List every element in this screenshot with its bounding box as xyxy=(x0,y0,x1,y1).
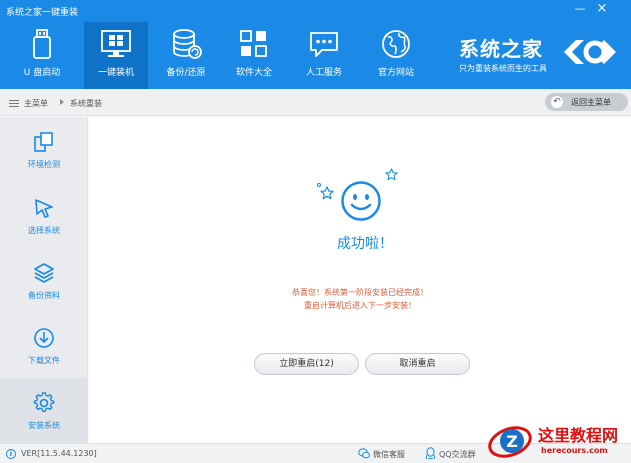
decorative-dot xyxy=(317,183,321,187)
top-header: 系统之家一键重装 — × U 盘启动 一键装机 备份/还原 软件大全 人工服务 … xyxy=(0,0,631,89)
svg-text:Z: Z xyxy=(506,432,518,451)
nav-label: 一键装机 xyxy=(97,68,134,78)
restart-now-button[interactable]: 立即重启(12) xyxy=(254,353,359,375)
windows-desktop-icon xyxy=(101,30,131,57)
nav-label: U 盘启动 xyxy=(23,68,61,78)
cursor-select-icon xyxy=(35,199,53,218)
close-button[interactable]: × xyxy=(594,2,610,16)
nav-label: 官方网站 xyxy=(377,68,414,78)
sidebar-item-label: 环境检测 xyxy=(28,160,60,169)
nav-label: 备份/还原 xyxy=(166,68,206,78)
window-title: 系统之家一键重装 xyxy=(6,8,79,18)
success-message-line-1: 恭喜您！系统第一阶段安装已经完成！ xyxy=(292,288,428,297)
breadcrumb: 主菜单 系统重装 xyxy=(0,89,631,116)
nav-label: 人工服务 xyxy=(305,68,342,78)
info-icon: i xyxy=(6,449,16,459)
minimize-button[interactable]: — xyxy=(572,2,588,16)
nav-item-one-click-install[interactable]: 一键装机 xyxy=(84,22,148,89)
sidebar-item-label: 安装系统 xyxy=(28,421,60,430)
sidebar: 环境检测 选择系统 备份资料 下载文件 安装系统 xyxy=(0,117,88,443)
sidebar-item-label: 下载文件 xyxy=(28,356,60,365)
star-icon xyxy=(320,186,334,200)
usb-drive-icon xyxy=(33,29,51,59)
wechat-service-link[interactable]: 微信客服 xyxy=(373,449,405,460)
wechat-icon[interactable] xyxy=(358,448,370,459)
smiley-face-icon xyxy=(341,181,381,221)
chevron-right-icon xyxy=(60,99,64,105)
back-button-label: 返回主菜单 xyxy=(571,98,611,107)
environment-check-icon xyxy=(34,132,53,152)
menu-icon xyxy=(9,100,19,107)
star-icon xyxy=(385,168,398,181)
nav-item-backup-restore[interactable]: 备份/还原 xyxy=(154,22,218,89)
status-bar: i VER[11.5.44.1230] 微信客服 QQ交流群 xyxy=(0,443,631,463)
watermark-title: 这里教程网 xyxy=(538,426,619,445)
brand-name: 系统之家 xyxy=(459,37,543,61)
main-content xyxy=(89,117,631,443)
app-grid-icon xyxy=(240,30,267,57)
watermark-url: herecours.com xyxy=(541,446,608,455)
qq-penguin-icon[interactable] xyxy=(425,447,436,460)
nav-item-software[interactable]: 软件大全 xyxy=(222,22,286,89)
sidebar-item-select-system[interactable]: 选择系统 xyxy=(0,183,88,248)
success-title: 成功啦！ xyxy=(337,236,393,252)
version-label: VER[11.5.44.1230] xyxy=(21,449,97,458)
cancel-restart-button[interactable]: 取消重启 xyxy=(365,353,470,375)
watermark-logo-icon: Z xyxy=(488,426,532,458)
nav-label: 软件大全 xyxy=(235,68,272,78)
gear-icon xyxy=(33,392,55,413)
back-arrow-icon: ↶ xyxy=(551,96,563,108)
nav-item-official-site[interactable]: 官方网站 xyxy=(364,22,428,89)
chat-bubble-icon xyxy=(310,32,338,57)
brand-slogan: 只为重装系统而生的工具 xyxy=(459,64,547,73)
sidebar-item-environment-check[interactable]: 环境检测 xyxy=(0,117,88,182)
download-icon xyxy=(34,328,54,348)
sidebar-item-label: 选择系统 xyxy=(28,226,60,235)
nav-item-manual-service[interactable]: 人工服务 xyxy=(292,22,356,89)
globe-icon xyxy=(382,30,410,58)
nav-item-usb-boot[interactable]: U 盘启动 xyxy=(10,22,74,89)
success-message-line-2: 重启计算机后进入下一步安装！ xyxy=(304,301,416,310)
breadcrumb-item-main-menu[interactable]: 主菜单 xyxy=(24,98,48,109)
layers-backup-icon xyxy=(34,263,54,283)
brand-logo-icon xyxy=(564,40,616,64)
sidebar-item-backup-data[interactable]: 备份资料 xyxy=(0,248,88,313)
sidebar-item-label: 备份资料 xyxy=(28,291,60,300)
sidebar-item-download-files[interactable]: 下载文件 xyxy=(0,313,88,378)
qq-group-link[interactable]: QQ交流群 xyxy=(439,449,476,460)
back-to-main-menu-button[interactable]: ↶ 返回主菜单 xyxy=(545,93,628,111)
database-backup-icon xyxy=(173,29,202,59)
sidebar-item-install-system[interactable]: 安装系统 xyxy=(0,378,88,443)
breadcrumb-item-system-reinstall: 系统重装 xyxy=(70,99,102,108)
